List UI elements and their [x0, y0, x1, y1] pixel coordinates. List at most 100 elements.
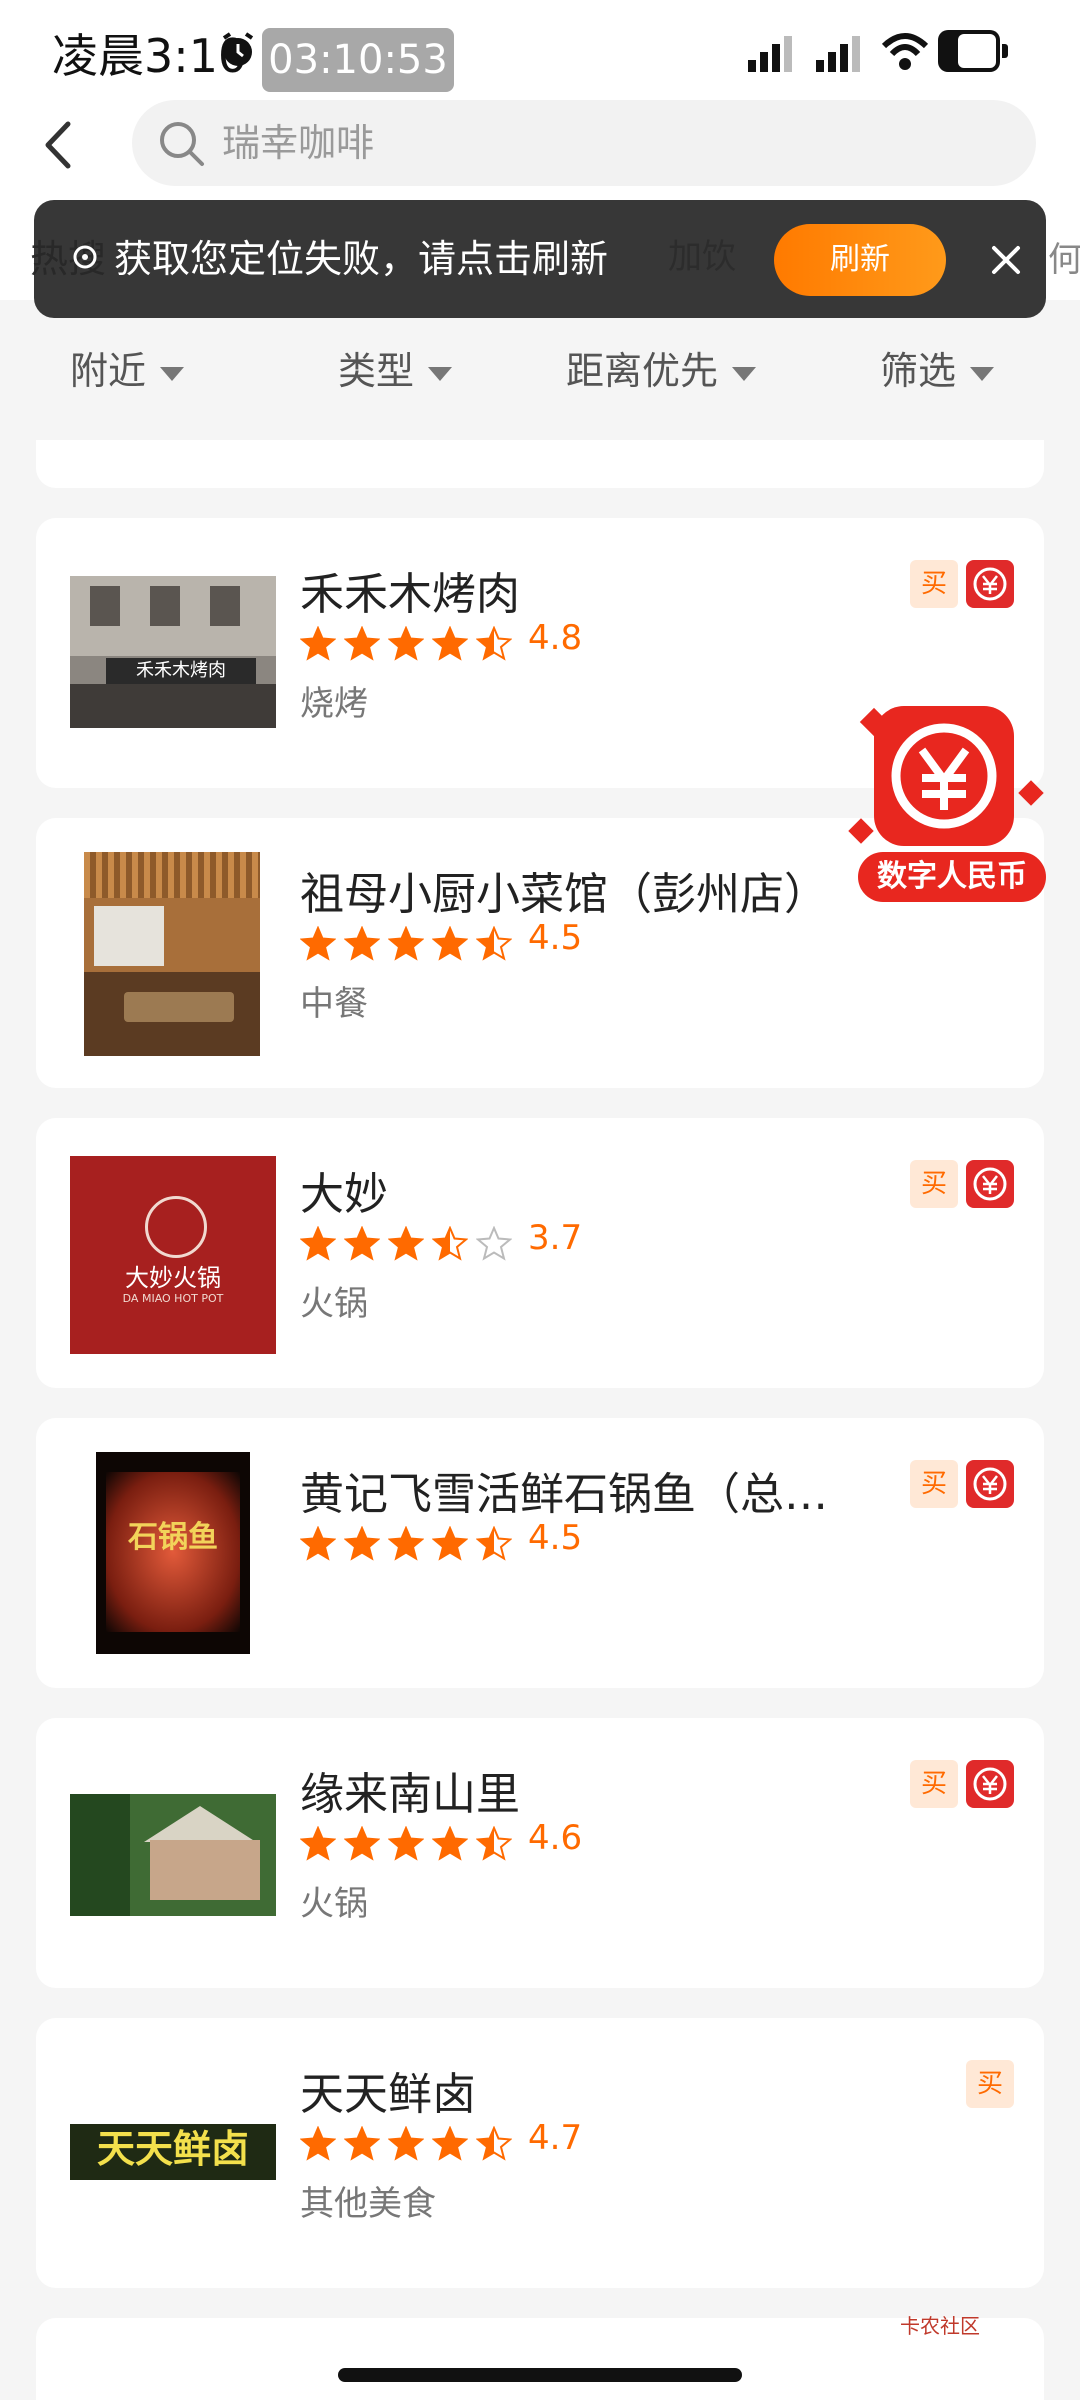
store-sign: 天天鲜卤: [96, 2127, 249, 2171]
store-rating: 3.7: [528, 1218, 583, 1258]
store-sign: 禾禾木烤肉: [106, 658, 256, 684]
back-icon[interactable]: [30, 110, 86, 180]
location-toast: 获取您定位失败，请点击刷新 刷新: [34, 200, 1046, 318]
refresh-button[interactable]: 刷新: [774, 224, 946, 296]
store-rating: 4.5: [528, 1518, 583, 1558]
store-category: 火锅: [300, 1284, 368, 1324]
status-bar: 凌晨3:10 03:10:53 28: [0, 0, 1080, 100]
star-icon: [476, 626, 512, 661]
store-photo: 石锅鱼: [96, 1452, 250, 1654]
store-rating: 4.6: [528, 1818, 583, 1858]
star-icon: [432, 1226, 468, 1261]
filter-type[interactable]: 类型: [338, 340, 453, 395]
store-card[interactable]: 石锅鱼 黄记飞雪活鲜石锅鱼（总… 4.5 买: [36, 1418, 1044, 1688]
store-category: 其他美食: [300, 2184, 436, 2224]
store-card-partial[interactable]: [36, 440, 1044, 488]
star-icon: [344, 1526, 380, 1561]
star-icon: [432, 1826, 468, 1861]
digital-rmb-icon: [966, 1160, 1014, 1208]
star-icon: [388, 1526, 424, 1561]
store-photo: 禾禾木烤肉: [70, 576, 276, 728]
timer-pill: 03:10:53: [262, 28, 454, 92]
star-icon: [476, 1526, 512, 1561]
filter-distance[interactable]: 距离优先: [566, 340, 757, 395]
store-card[interactable]: 缘来南山里 4.6 火锅 买: [36, 1718, 1044, 1988]
filter-screen[interactable]: 筛选: [880, 340, 995, 395]
star-icon: [388, 626, 424, 661]
store-sign: 石锅鱼: [128, 1520, 218, 1555]
store-category: 烧烤: [300, 684, 368, 724]
sparkle-icon: [848, 818, 874, 844]
star-icon: [300, 926, 336, 961]
star-icon: [388, 1226, 424, 1261]
digital-rmb-icon: [966, 1760, 1014, 1808]
star-icon: [432, 626, 468, 661]
star-icon: [300, 626, 336, 661]
store-photo: 天天鲜卤: [70, 2124, 276, 2180]
store-name: 祖母小厨小菜馆（彭州店）: [300, 869, 828, 920]
store-category: 中餐: [300, 984, 368, 1024]
store-photo: [84, 852, 260, 1056]
store-name: 大妙: [300, 1169, 388, 1220]
buy-badge: 买: [910, 1460, 958, 1508]
star-icon: [476, 2126, 512, 2161]
digital-rmb-icon: [966, 1460, 1014, 1508]
buy-badge: 买: [910, 1160, 958, 1208]
star-icon: [344, 2126, 380, 2161]
filter-bar: 附近 类型 距离优先 筛选: [0, 300, 1080, 440]
star-icon: [388, 2126, 424, 2161]
filter-nearby[interactable]: 附近: [70, 340, 185, 395]
store-rating: 4.5: [528, 918, 583, 958]
store-name: 缘来南山里: [300, 1769, 520, 1820]
store-name: 黄记飞雪活鲜石锅鱼（总…: [300, 1469, 828, 1520]
store-card[interactable]: 大妙火锅 DA MIAO HOT POT 大妙 3.7 火锅 买: [36, 1118, 1044, 1388]
store-photo: [70, 1794, 276, 1916]
store-rating: 4.8: [528, 618, 583, 658]
star-icon: [300, 1826, 336, 1861]
star-icon: [388, 926, 424, 961]
star-icon: [344, 1826, 380, 1861]
store-card[interactable]: 天天鲜卤 天天鲜卤 4.7 其他美食 买: [36, 2018, 1044, 2288]
chevron-down-icon: [970, 366, 995, 381]
signal-icon-2: [816, 36, 860, 72]
star-icon: [344, 1226, 380, 1261]
star-icon: [476, 1226, 512, 1261]
chevron-down-icon: [732, 366, 757, 381]
digital-rmb-icon: [966, 560, 1014, 608]
chip-partial[interactable]: 何: [1048, 232, 1080, 281]
store-category: 火锅: [300, 1884, 368, 1924]
star-icon: [432, 1526, 468, 1561]
digital-rmb-float[interactable]: 数字人民币: [848, 704, 1052, 914]
star-icon: [344, 626, 380, 661]
store-rating: 4.7: [528, 2118, 583, 2158]
star-icon: [432, 926, 468, 961]
star-icon: [476, 926, 512, 961]
toast-message: 获取您定位失败，请点击刷新: [114, 237, 609, 281]
buy-badge: 买: [966, 2060, 1014, 2108]
store-logo-text: 大妙火锅: [125, 1264, 221, 1292]
close-icon[interactable]: [984, 238, 1028, 282]
store-photo: 大妙火锅 DA MIAO HOT POT: [70, 1156, 276, 1354]
digital-rmb-label: 数字人民币: [858, 852, 1046, 902]
watermark: 卡农社区: [900, 2314, 980, 2338]
battery-level: 28: [959, 36, 997, 66]
home-indicator[interactable]: [338, 2368, 742, 2382]
alarm-icon: [222, 32, 254, 66]
store-name: 禾禾木烤肉: [300, 569, 520, 620]
location-icon: [73, 245, 97, 269]
star-icon: [344, 926, 380, 961]
buy-badge: 买: [910, 1760, 958, 1808]
search-input[interactable]: 瑞幸咖啡: [132, 100, 1036, 186]
signal-icon: [748, 36, 792, 72]
store-logo-subtext: DA MIAO HOT POT: [122, 1292, 224, 1305]
chevron-down-icon: [160, 366, 185, 381]
chevron-down-icon: [428, 366, 453, 381]
digital-rmb-float-icon: [874, 706, 1014, 846]
star-icon: [300, 2126, 336, 2161]
store-card-partial[interactable]: [36, 2318, 1044, 2400]
search-placeholder: 瑞幸咖啡: [222, 121, 375, 165]
buy-badge: 买: [910, 560, 958, 608]
star-icon: [432, 2126, 468, 2161]
store-name: 天天鲜卤: [300, 2069, 476, 2120]
star-icon: [300, 1526, 336, 1561]
